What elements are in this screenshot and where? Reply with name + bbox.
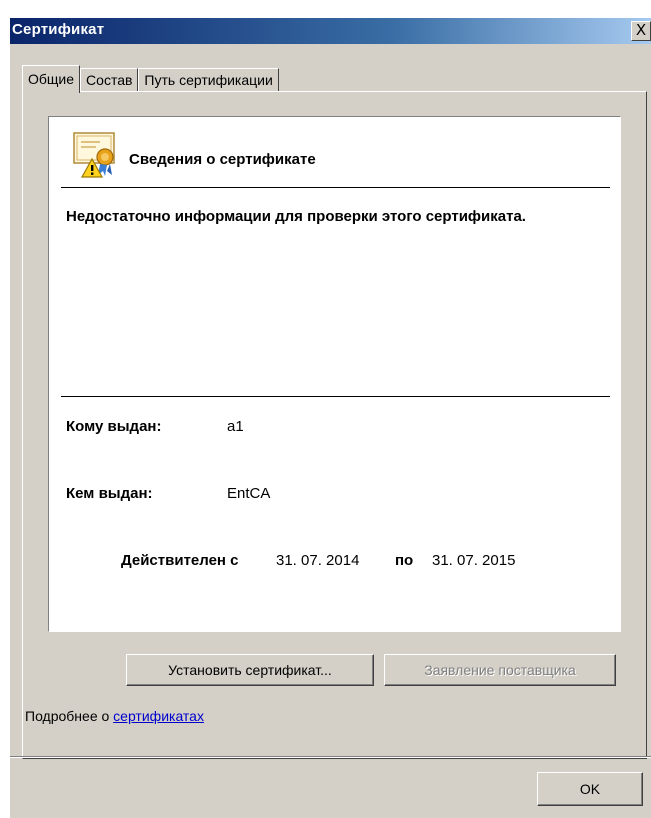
ok-button[interactable]: OK: [537, 772, 643, 806]
tab-strip: Общие Состав Путь сертификации: [22, 64, 279, 93]
issued-by-label: Кем выдан:: [66, 485, 153, 502]
tab-details[interactable]: Состав: [80, 68, 139, 92]
certificate-warning-icon: [73, 132, 115, 178]
certificate-info-box: Сведения о сертификате Недостаточно инфо…: [48, 116, 621, 632]
close-button[interactable]: X: [631, 21, 651, 41]
valid-to-value: 31. 07. 2015: [432, 552, 516, 569]
window-title: Сертификат: [12, 21, 105, 38]
info-title: Сведения о сертификате: [129, 151, 316, 168]
valid-from-label: Действителен с: [121, 552, 239, 569]
issued-to-value: a1: [227, 418, 244, 435]
issuer-statement-button[interactable]: Заявление поставщика: [384, 654, 616, 686]
certificate-dialog: Сертификат X Общие Состав Путь сертифика…: [10, 18, 651, 818]
issued-to-label: Кому выдан:: [66, 418, 162, 435]
footer-separator: [10, 756, 651, 758]
close-icon: X: [635, 21, 647, 39]
valid-from-value: 31. 07. 2014: [276, 552, 360, 569]
warning-message: Недостаточно информации для проверки это…: [66, 208, 526, 225]
title-bar[interactable]: Сертификат X: [10, 18, 651, 44]
tab-certification-path[interactable]: Путь сертификации: [138, 68, 279, 92]
learn-more-prefix: Подробнее о: [25, 708, 114, 724]
header-divider: [61, 187, 610, 188]
valid-to-label: по: [395, 552, 414, 569]
issued-by-value: EntCA: [227, 485, 271, 502]
learn-more-text: Подробнее о сертификатах: [25, 708, 204, 724]
learn-more-link[interactable]: сертификатах: [113, 708, 204, 724]
install-certificate-button[interactable]: Установить сертификат...: [126, 654, 374, 686]
tab-general[interactable]: Общие: [22, 65, 81, 93]
details-divider: [61, 396, 610, 397]
